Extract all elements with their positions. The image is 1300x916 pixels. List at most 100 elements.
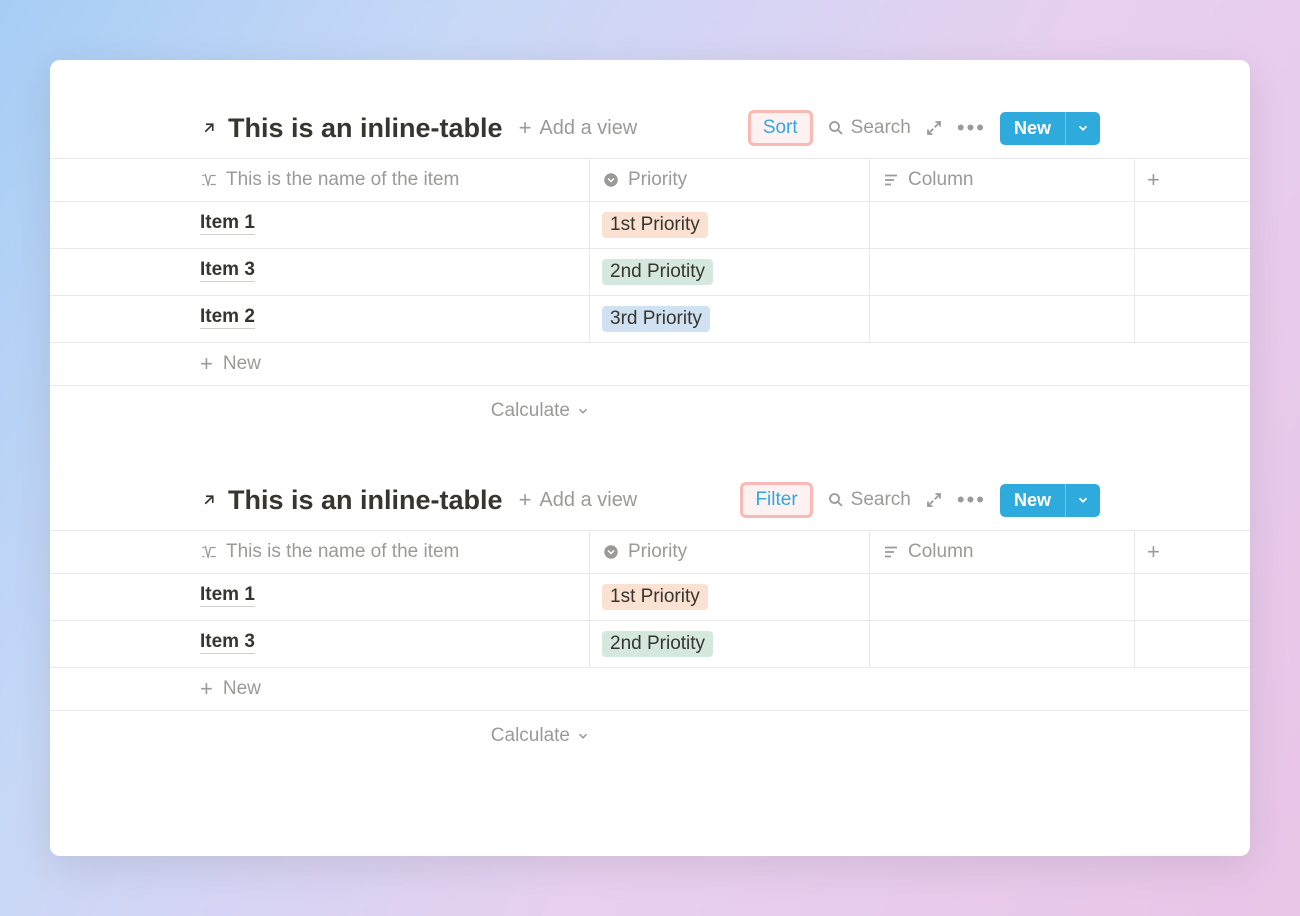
add-view-label: Add a view — [539, 117, 637, 140]
column-column-label: Column — [908, 541, 973, 563]
table-header-left: This is an inline-table + Add a view — [50, 485, 637, 516]
table-row[interactable]: Item 1 1st Priority — [50, 202, 1250, 249]
search-button[interactable]: Search — [827, 117, 911, 139]
expand-icon[interactable] — [925, 491, 943, 509]
column-cell[interactable] — [870, 574, 1135, 620]
open-arrow-icon — [200, 119, 218, 137]
column-cell[interactable] — [870, 621, 1135, 667]
priority-cell[interactable]: 1st Priority — [590, 202, 870, 248]
priority-tag: 3rd Priority — [602, 306, 710, 332]
add-row-label: New — [223, 678, 261, 700]
table-title: This is an inline-table — [228, 113, 503, 144]
new-button-group: New — [1000, 112, 1100, 145]
column-column-header[interactable]: Column — [870, 531, 1135, 573]
table-header-right: Sort Search ••• New — [748, 110, 1250, 146]
text-property-icon — [882, 543, 900, 561]
table-row[interactable]: Item 3 2nd Priotity — [50, 621, 1250, 668]
search-button[interactable]: Search — [827, 489, 911, 511]
column-cell[interactable] — [870, 249, 1135, 295]
cell-extra — [1135, 574, 1250, 620]
column-column-header[interactable]: Column — [870, 159, 1135, 201]
table-row[interactable]: Item 3 2nd Priotity — [50, 249, 1250, 296]
plus-icon: + — [1147, 541, 1160, 563]
add-column-button[interactable]: + — [1135, 159, 1250, 201]
priority-column-label: Priority — [628, 169, 687, 191]
add-view-button[interactable]: + Add a view — [519, 117, 638, 140]
name-cell[interactable]: Item 3 — [50, 249, 590, 295]
new-button-dropdown[interactable] — [1065, 112, 1100, 145]
sort-highlight: Sort — [748, 110, 813, 146]
add-row-button[interactable]: + New — [50, 668, 1250, 711]
priority-column-header[interactable]: Priority — [590, 159, 870, 201]
filter-button[interactable]: Filter — [755, 489, 797, 510]
priority-column-header[interactable]: Priority — [590, 531, 870, 573]
title-property-icon — [200, 543, 218, 561]
priority-column-label: Priority — [628, 541, 687, 563]
table-title-wrap[interactable]: This is an inline-table — [200, 113, 503, 144]
priority-tag: 2nd Priotity — [602, 259, 713, 285]
name-cell[interactable]: Item 2 — [50, 296, 590, 342]
add-row-button[interactable]: + New — [50, 343, 1250, 386]
column-cell[interactable] — [870, 296, 1135, 342]
cell-extra — [1135, 202, 1250, 248]
select-property-icon — [602, 171, 620, 189]
title-property-icon — [200, 171, 218, 189]
table-title: This is an inline-table — [228, 485, 503, 516]
name-column-header[interactable]: This is the name of the item — [50, 531, 590, 573]
table-header: This is an inline-table + Add a view Sor… — [50, 110, 1250, 158]
sort-button[interactable]: Sort — [763, 117, 798, 138]
name-cell[interactable]: Item 3 — [50, 621, 590, 667]
inline-table: This is an inline-table + Add a view Sor… — [50, 110, 1250, 442]
add-view-button[interactable]: + Add a view — [519, 489, 638, 512]
plus-icon: + — [519, 117, 532, 139]
plus-icon: + — [200, 353, 213, 375]
add-column-button[interactable]: + — [1135, 531, 1250, 573]
cell-extra — [1135, 249, 1250, 295]
text-property-icon — [882, 171, 900, 189]
select-property-icon — [602, 543, 620, 561]
table-columns-header: This is the name of the item Priority Co… — [50, 530, 1250, 574]
table-row[interactable]: Item 1 1st Priority — [50, 574, 1250, 621]
name-cell[interactable]: Item 1 — [50, 574, 590, 620]
priority-cell[interactable]: 2nd Priotity — [590, 249, 870, 295]
column-cell[interactable] — [870, 202, 1135, 248]
table-columns-header: This is the name of the item Priority Co… — [50, 158, 1250, 202]
name-cell[interactable]: Item 1 — [50, 202, 590, 248]
chevron-down-icon — [576, 404, 590, 418]
search-label: Search — [851, 489, 911, 511]
priority-tag: 1st Priority — [602, 212, 708, 238]
table-title-wrap[interactable]: This is an inline-table — [200, 485, 503, 516]
calculate-button[interactable]: Calculate — [50, 711, 590, 747]
name-column-label: This is the name of the item — [226, 169, 459, 191]
add-view-label: Add a view — [539, 489, 637, 512]
open-arrow-icon — [200, 491, 218, 509]
search-icon — [827, 491, 845, 509]
cell-extra — [1135, 621, 1250, 667]
table-header: This is an inline-table + Add a view Fil… — [50, 482, 1250, 530]
more-menu-icon[interactable]: ••• — [957, 487, 986, 513]
name-column-label: This is the name of the item — [226, 541, 459, 563]
new-button[interactable]: New — [1000, 484, 1065, 517]
priority-tag: 1st Priority — [602, 584, 708, 610]
plus-icon: + — [200, 678, 213, 700]
new-button-dropdown[interactable] — [1065, 484, 1100, 517]
add-row-label: New — [223, 353, 261, 375]
priority-cell[interactable]: 1st Priority — [590, 574, 870, 620]
name-column-header[interactable]: This is the name of the item — [50, 159, 590, 201]
priority-cell[interactable]: 3rd Priority — [590, 296, 870, 342]
table-row[interactable]: Item 2 3rd Priority — [50, 296, 1250, 343]
calculate-label: Calculate — [491, 725, 570, 747]
more-menu-icon[interactable]: ••• — [957, 115, 986, 141]
search-label: Search — [851, 117, 911, 139]
chevron-down-icon — [576, 729, 590, 743]
calculate-button[interactable]: Calculate — [50, 386, 590, 422]
calculate-label: Calculate — [491, 400, 570, 422]
spacer — [50, 442, 1250, 482]
cell-extra — [1135, 296, 1250, 342]
priority-cell[interactable]: 2nd Priotity — [590, 621, 870, 667]
search-icon — [827, 119, 845, 137]
plus-icon: + — [519, 489, 532, 511]
new-button[interactable]: New — [1000, 112, 1065, 145]
expand-icon[interactable] — [925, 119, 943, 137]
inline-table: This is an inline-table + Add a view Fil… — [50, 482, 1250, 767]
